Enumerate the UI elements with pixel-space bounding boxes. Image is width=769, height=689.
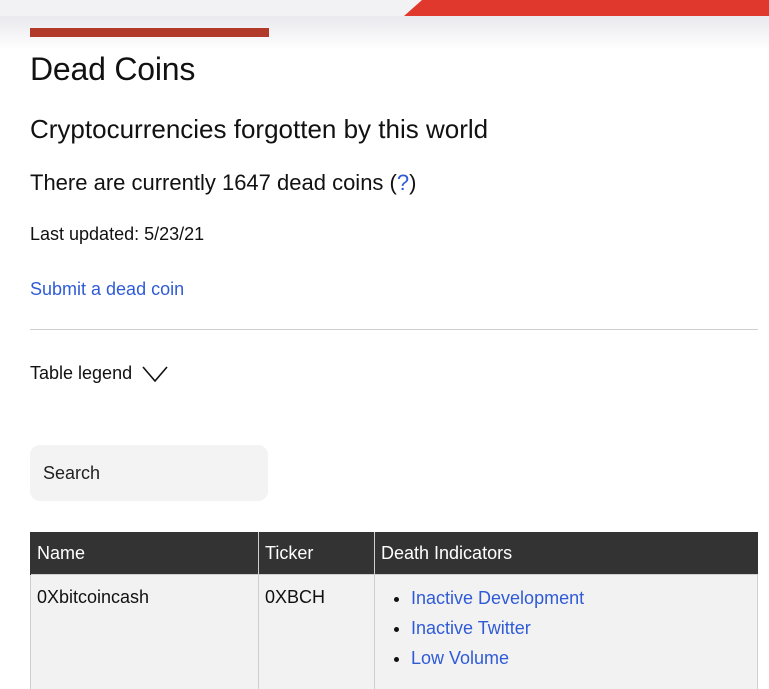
list-item: Low Volume [411,647,751,669]
header-red-wedge [404,0,769,16]
death-indicators-cell: Inactive Development Inactive Twitter Lo… [375,575,758,689]
count-suffix: ) [409,170,416,195]
table-legend-label: Table legend [30,363,132,384]
table-header-row: Name Ticker Death Indicators [31,532,758,575]
dead-coin-count: There are currently 1647 dead coins (?) [30,170,416,196]
column-header-death-indicators[interactable]: Death Indicators [375,532,758,575]
table-row: 0Xbitcoincash 0XBCH Inactive Development… [31,575,758,689]
count-text: There are currently 1647 dead coins ( [30,170,397,195]
table-legend-toggle[interactable]: Table legend [30,363,168,384]
dead-coins-table: Name Ticker Death Indicators 0Xbitcoinca… [30,532,758,689]
list-item: Inactive Development [411,587,751,609]
count-help-link[interactable]: ? [397,170,409,195]
last-updated: Last updated: 5/23/21 [30,224,204,245]
column-header-name[interactable]: Name [31,532,259,575]
coin-name-cell: 0Xbitcoincash [31,575,259,689]
coin-ticker-cell: 0XBCH [259,575,375,689]
chevron-down-icon [142,366,168,382]
indicator-list: Inactive Development Inactive Twitter Lo… [381,587,751,669]
column-header-ticker[interactable]: Ticker [259,532,375,575]
indicator-link-inactive-twitter[interactable]: Inactive Twitter [411,618,531,638]
submit-dead-coin-link[interactable]: Submit a dead coin [30,279,184,300]
title-accent-bar [30,28,269,37]
indicator-link-inactive-development[interactable]: Inactive Development [411,588,584,608]
page-title: Dead Coins [30,51,195,88]
page-subtitle: Cryptocurrencies forgotten by this world [30,114,488,145]
indicator-link-low-volume[interactable]: Low Volume [411,648,509,668]
section-divider [30,329,758,330]
search-input[interactable] [30,445,268,501]
list-item: Inactive Twitter [411,617,751,639]
